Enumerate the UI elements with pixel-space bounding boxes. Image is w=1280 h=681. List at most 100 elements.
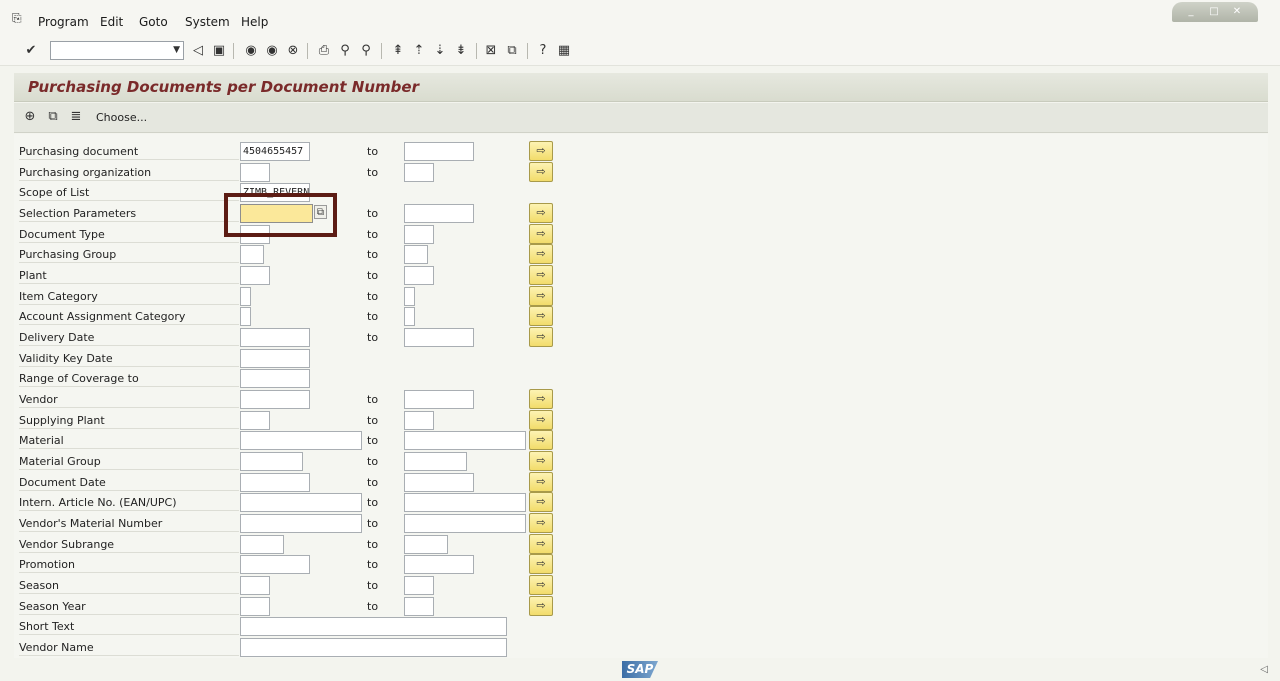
field-high-input[interactable] xyxy=(404,534,448,554)
field-high-input[interactable] xyxy=(404,513,526,533)
next-page-icon[interactable]: ⇣ xyxy=(431,42,449,60)
menu-system[interactable]: System xyxy=(185,15,230,29)
get-variant-icon[interactable]: ⧉ xyxy=(45,109,61,125)
multiple-selection-button[interactable]: ⇨ xyxy=(529,574,553,595)
field-low-input[interactable] xyxy=(240,224,270,244)
field-high-input[interactable] xyxy=(404,162,434,182)
value-help-icon[interactable]: ⧉ xyxy=(314,204,327,219)
find-icon[interactable]: ⚲ xyxy=(336,42,354,60)
multiple-selection-button[interactable]: ⇨ xyxy=(529,141,553,161)
multiple-selection-button[interactable]: ⇨ xyxy=(529,512,553,533)
exit-icon[interactable]: ◉ xyxy=(263,42,281,60)
field-high-input[interactable] xyxy=(404,224,434,244)
chevron-down-icon[interactable]: ▼ xyxy=(173,45,180,55)
field-low-input[interactable] xyxy=(240,555,310,575)
field-high-input[interactable] xyxy=(404,203,474,223)
command-field[interactable]: ▼ xyxy=(50,41,184,60)
new-session-icon[interactable]: ⊠ xyxy=(482,42,500,60)
field-low-input[interactable] xyxy=(240,389,310,409)
field-high-input[interactable] xyxy=(404,472,474,492)
multiple-selection-button[interactable]: ⇨ xyxy=(529,430,553,451)
multiple-selection-button[interactable]: ⇨ xyxy=(529,492,553,513)
field-low-input[interactable] xyxy=(240,162,270,182)
cancel-icon[interactable]: ⊗ xyxy=(284,42,302,60)
multiple-selection-button[interactable]: ⇨ xyxy=(529,202,553,223)
field-low-input[interactable] xyxy=(240,596,270,616)
menu-system-icon[interactable]: ⎘ xyxy=(12,12,26,24)
multiple-selection-button[interactable]: ⇨ xyxy=(529,223,553,244)
collapse-left-icon[interactable]: ◁ xyxy=(189,42,207,60)
previous-page-icon[interactable]: ⇡ xyxy=(410,42,428,60)
multiple-selection-button[interactable]: ⇨ xyxy=(529,306,553,327)
choose-button[interactable]: Choose... xyxy=(96,111,147,124)
status-expand-icon[interactable]: ◁ xyxy=(1260,664,1268,675)
find-next-icon[interactable]: ⚲ xyxy=(357,42,375,60)
multiple-selection-button[interactable]: ⇨ xyxy=(529,388,553,409)
minimize-icon[interactable]: _ xyxy=(1184,5,1198,18)
multiple-selection-button[interactable]: ⇨ xyxy=(529,409,553,430)
field-low-input[interactable] xyxy=(240,431,362,451)
print-icon[interactable]: ⎙ xyxy=(315,42,333,60)
enter-icon[interactable]: ✔ xyxy=(22,42,40,60)
field-low-input[interactable]: ZIMB_REVERN xyxy=(240,183,310,203)
field-low-input[interactable] xyxy=(240,348,310,368)
menu-program[interactable]: Program xyxy=(38,15,89,29)
save-icon[interactable]: ▣ xyxy=(210,42,228,60)
multiple-selection-button[interactable]: ⇨ xyxy=(529,595,553,616)
multiple-selection-button[interactable]: ⇨ xyxy=(529,326,553,347)
field-high-input[interactable] xyxy=(404,142,474,161)
field-high-input[interactable] xyxy=(404,555,474,575)
field-low-input[interactable] xyxy=(240,265,270,285)
multiple-selection-button[interactable]: ⇨ xyxy=(529,161,553,182)
field-high-input[interactable] xyxy=(404,493,526,513)
menu-help[interactable]: Help xyxy=(241,15,268,29)
field-low-input[interactable] xyxy=(240,369,310,389)
menu-goto[interactable]: Goto xyxy=(139,15,168,29)
multiple-selection-button[interactable]: ⇨ xyxy=(529,471,553,492)
multiple-selection-button[interactable]: ⇨ xyxy=(529,264,553,285)
field-low-input[interactable] xyxy=(240,513,362,533)
first-page-icon[interactable]: ⇞ xyxy=(389,42,407,60)
field-low-input[interactable] xyxy=(240,451,303,471)
field-low-input[interactable] xyxy=(240,286,251,306)
field-high-input[interactable] xyxy=(404,389,474,409)
help-icon[interactable]: ? xyxy=(534,42,552,60)
menu-edit[interactable]: Edit xyxy=(100,15,123,29)
selection-options-icon[interactable]: ≣ xyxy=(68,109,84,125)
field-low-input[interactable] xyxy=(240,472,310,492)
field-low-input[interactable] xyxy=(240,493,362,513)
field-low-input[interactable] xyxy=(240,617,507,637)
to-label: to xyxy=(367,165,379,179)
close-icon[interactable]: ✕ xyxy=(1230,5,1244,18)
field-high-input[interactable] xyxy=(404,575,434,595)
field-low-input[interactable] xyxy=(240,575,270,595)
field-low-input[interactable] xyxy=(240,637,507,657)
field-low-input[interactable] xyxy=(240,307,251,327)
field-low-input[interactable] xyxy=(240,534,284,554)
field-high-input[interactable] xyxy=(404,245,428,265)
last-page-icon[interactable]: ⇟ xyxy=(452,42,470,60)
field-low-input[interactable] xyxy=(240,410,270,430)
back-icon[interactable]: ◉ xyxy=(242,42,260,60)
multiple-selection-button[interactable]: ⇨ xyxy=(529,554,553,575)
field-low-input[interactable]: 4504655457 xyxy=(240,142,310,161)
multiple-selection-button[interactable]: ⇨ xyxy=(529,533,553,554)
field-high-input[interactable] xyxy=(404,451,467,471)
field-low-input[interactable] xyxy=(240,245,264,265)
layout-menu-icon[interactable]: ▦ xyxy=(555,42,573,60)
field-high-input[interactable] xyxy=(404,327,474,347)
field-high-input[interactable] xyxy=(404,596,434,616)
multiple-selection-button[interactable]: ⇨ xyxy=(529,450,553,471)
field-high-input[interactable] xyxy=(404,286,415,306)
field-high-input[interactable] xyxy=(404,431,526,451)
field-high-input[interactable] xyxy=(404,265,434,285)
multiple-selection-button[interactable]: ⇨ xyxy=(529,244,553,265)
field-low-input[interactable] xyxy=(240,327,310,347)
field-high-input[interactable] xyxy=(404,307,415,327)
maximize-icon[interactable]: □ xyxy=(1207,5,1221,18)
multiple-selection-button[interactable]: ⇨ xyxy=(529,285,553,306)
shortcut-icon[interactable]: ⧉ xyxy=(503,42,521,60)
selection-parameters-input[interactable] xyxy=(240,203,313,223)
execute-icon[interactable]: ⊕ xyxy=(22,109,38,125)
field-high-input[interactable] xyxy=(404,410,434,430)
